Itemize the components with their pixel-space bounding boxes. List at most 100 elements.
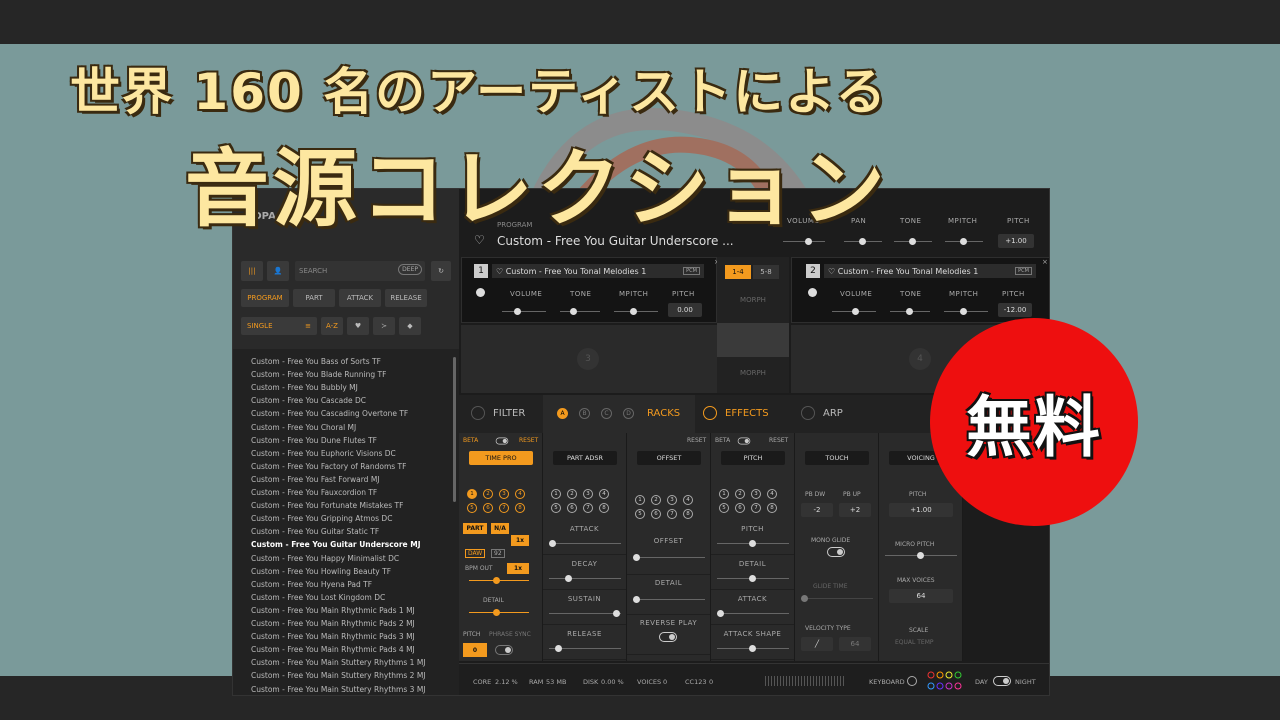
timepro-mult-1[interactable]: 1x [511,535,529,546]
user-icon[interactable]: 👤 [267,261,289,281]
part-2-volume-knob[interactable] [852,308,859,315]
adsr-num-3[interactable]: 3 [583,489,593,499]
pitch-num-1[interactable]: 1 [719,489,729,499]
program-pitch-value[interactable]: +1.00 [998,234,1034,248]
morph-pad[interactable] [717,323,789,357]
pitch-num-4[interactable]: 4 [767,489,777,499]
timepro-num-6[interactable]: 6 [483,503,493,513]
tab-filter[interactable]: FILTER [493,408,525,419]
preset-list-item[interactable]: Custom - Free You Euphoric Visions DC [251,449,396,458]
part-1-volume-knob[interactable] [514,308,521,315]
rack-d[interactable]: D [623,408,634,419]
diamond-icon[interactable]: ◆ [399,317,421,335]
preset-list-item[interactable]: Custom - Free You Choral MJ [251,423,356,432]
glide-time-knob[interactable] [801,595,808,602]
morph-label-bottom[interactable]: MORPH [717,369,789,377]
heart-icon[interactable]: ♥ [347,317,369,335]
offset-num-4[interactable]: 4 [683,495,693,505]
preset-list-item[interactable]: Custom - Free You Main Rhythmic Pads 1 M… [251,606,415,615]
preset-list-item[interactable]: Custom - Free You Guitar Underscore MJ [251,540,421,549]
timepro-num-3[interactable]: 3 [499,489,509,499]
deep-toggle[interactable]: DEEP [398,264,422,275]
rack-c[interactable]: C [601,408,612,419]
sustain-knob[interactable] [613,610,620,617]
timepro-na-button[interactable]: N/A [491,523,509,534]
preset-list-item[interactable]: Custom - Free You Main Rhythmic Pads 3 M… [251,632,415,641]
filter-program[interactable]: PROGRAM [241,289,289,307]
filter-attack[interactable]: ATTACK [339,289,381,307]
timepro-num-2[interactable]: 2 [483,489,493,499]
arp-power-icon[interactable] [801,406,815,420]
preset-list-item[interactable]: Custom - Free You Main Stuttery Rhythms … [251,671,426,680]
rack-b[interactable]: B [579,408,590,419]
adsr-num-8[interactable]: 8 [599,503,609,513]
pitch-num-7[interactable]: 7 [751,503,761,513]
pitch-num-2[interactable]: 2 [735,489,745,499]
bpm-knob[interactable] [493,577,500,584]
tab-racks[interactable]: RACKS [647,408,680,419]
filter-release[interactable]: RELEASE [385,289,427,307]
preset-list-item[interactable]: Custom - Free You Hyena Pad TF [251,580,372,589]
part-1-number[interactable]: 1 [474,264,488,278]
adsr-num-6[interactable]: 6 [567,503,577,513]
detail-knob[interactable] [493,609,500,616]
velocity-value[interactable]: 64 [839,637,871,651]
offset-num-3[interactable]: 3 [667,495,677,505]
offset-detail-knob[interactable] [633,596,640,603]
pb-up-value[interactable]: +2 [839,503,871,517]
part-2-heart-icon[interactable]: ♡ [828,267,838,276]
offset-reset[interactable]: RESET [687,437,706,444]
preset-list-item[interactable]: Custom - Free You Cascading Overtone TF [251,409,408,418]
pitch-dropdown[interactable]: PITCH [721,451,785,465]
decay-slider[interactable] [549,578,621,579]
pitch-reset[interactable]: RESET [769,437,788,444]
timepro-num-4[interactable]: 4 [515,489,525,499]
offset-knob[interactable] [633,554,640,561]
sort-az-button[interactable]: A-Z [321,317,343,335]
part-2-pitch-value[interactable]: -12.00 [998,303,1032,317]
effects-power-icon[interactable] [703,406,717,420]
search-input[interactable]: SEARCH DEEP [295,261,425,281]
part-1-power-icon[interactable] [476,288,485,297]
offset-num-5[interactable]: 5 [635,509,645,519]
micro-pitch-knob[interactable] [917,552,924,559]
preset-list-item[interactable]: Custom - Free You Cascade DC [251,396,366,405]
mono-glide-toggle[interactable] [827,547,845,557]
timepro-part-button[interactable]: PART [463,523,487,534]
offset-num-1[interactable]: 1 [635,495,645,505]
filter-part[interactable]: PART [293,289,335,307]
preset-list-item[interactable]: Custom - Free You Guitar Static TF [251,527,379,536]
timepro-num-1[interactable]: 1 [467,489,477,499]
timepro-num-7[interactable]: 7 [499,503,509,513]
touch-dropdown[interactable]: TOUCH [805,451,869,465]
pitch-num-5[interactable]: 5 [719,503,729,513]
morph-tab-5-8[interactable]: 5-8 [753,265,779,279]
attack-slider[interactable] [549,543,621,544]
sustain-slider[interactable] [549,613,621,614]
pitch-num-3[interactable]: 3 [751,489,761,499]
tab-arp[interactable]: ARP [823,408,843,419]
preset-list-item[interactable]: Custom - Free You Fortunate Mistakes TF [251,501,403,510]
part-1-heart-icon[interactable]: ♡ [496,267,506,276]
part-2-tone-knob[interactable] [906,308,913,315]
preset-list-item[interactable]: Custom - Free You Dune Flutes TF [251,436,377,445]
preset-list-item[interactable]: Custom - Free You Main Stuttery Rhythms … [251,658,426,667]
preset-list-item[interactable]: Custom - Free You Gripping Atmos DC [251,514,392,523]
pitch-beta-toggle[interactable] [737,437,751,445]
reverse-play-toggle[interactable] [659,632,677,642]
velocity-curve-icon[interactable]: ╱ [801,637,833,651]
preset-list-item[interactable]: Custom - Free You Fast Forward MJ [251,475,380,484]
keyboard-toggle[interactable] [907,676,917,686]
timepro-mult-2[interactable]: 1x [507,563,529,574]
day-night-toggle[interactable] [993,676,1011,686]
part-2-name[interactable]: ♡ Custom - Free You Tonal Melodies 1 PCM [824,264,1036,278]
preset-list-item[interactable]: Custom - Free You Happy Minimalist DC [251,554,399,563]
preset-list-item[interactable]: Custom - Free You Bass of Sorts TF [251,357,381,366]
attack-knob[interactable] [549,540,556,547]
timepro-num-5[interactable]: 5 [467,503,477,513]
list-scrollbar[interactable] [453,357,456,502]
timepro-beta-toggle[interactable] [495,437,509,445]
offset-num-6[interactable]: 6 [651,509,661,519]
library-icon[interactable]: ||| [241,261,263,281]
part-2-mpitch-knob[interactable] [960,308,967,315]
